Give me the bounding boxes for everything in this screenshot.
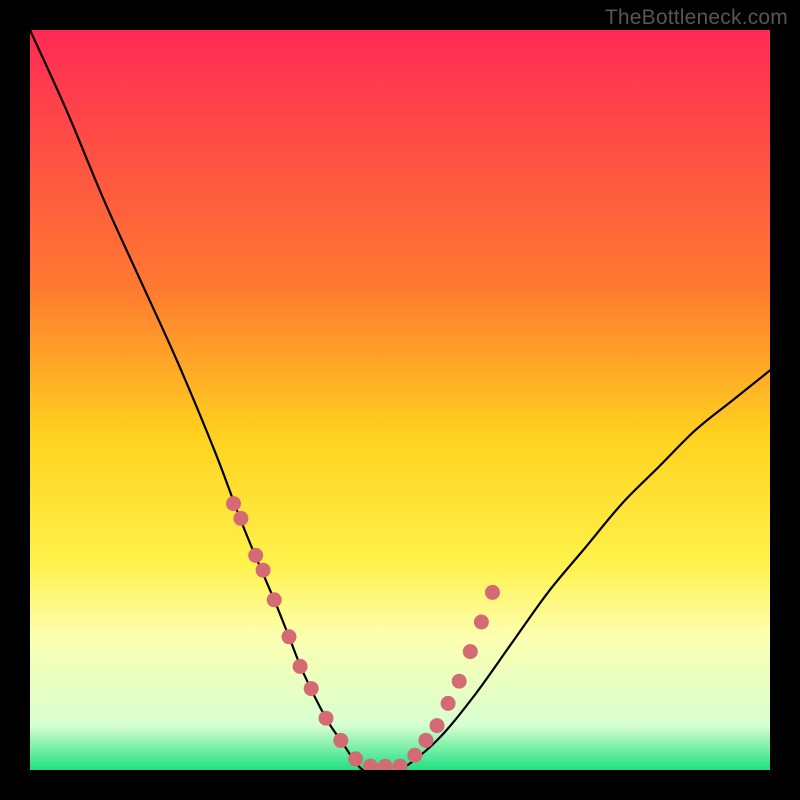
watermark-text: TheBottleneck.com: [605, 6, 788, 30]
marker-point: [248, 548, 263, 563]
marker-point: [474, 615, 489, 630]
marker-point: [233, 511, 248, 526]
chart-frame: TheBottleneck.com: [0, 0, 800, 800]
marker-point: [485, 585, 500, 600]
bottleneck-chart: [30, 30, 770, 770]
marker-point: [256, 563, 271, 578]
marker-point: [226, 496, 241, 511]
marker-point: [348, 751, 363, 766]
marker-point: [452, 674, 467, 689]
marker-point: [282, 629, 297, 644]
marker-point: [441, 696, 456, 711]
plot-area: [30, 30, 770, 770]
marker-point: [319, 711, 334, 726]
marker-point: [304, 681, 319, 696]
marker-point: [293, 659, 308, 674]
marker-point: [418, 733, 433, 748]
marker-point: [267, 592, 282, 607]
marker-point: [333, 733, 348, 748]
gradient-background: [30, 30, 770, 770]
marker-point: [430, 718, 445, 733]
marker-point: [463, 644, 478, 659]
marker-point: [407, 748, 422, 763]
